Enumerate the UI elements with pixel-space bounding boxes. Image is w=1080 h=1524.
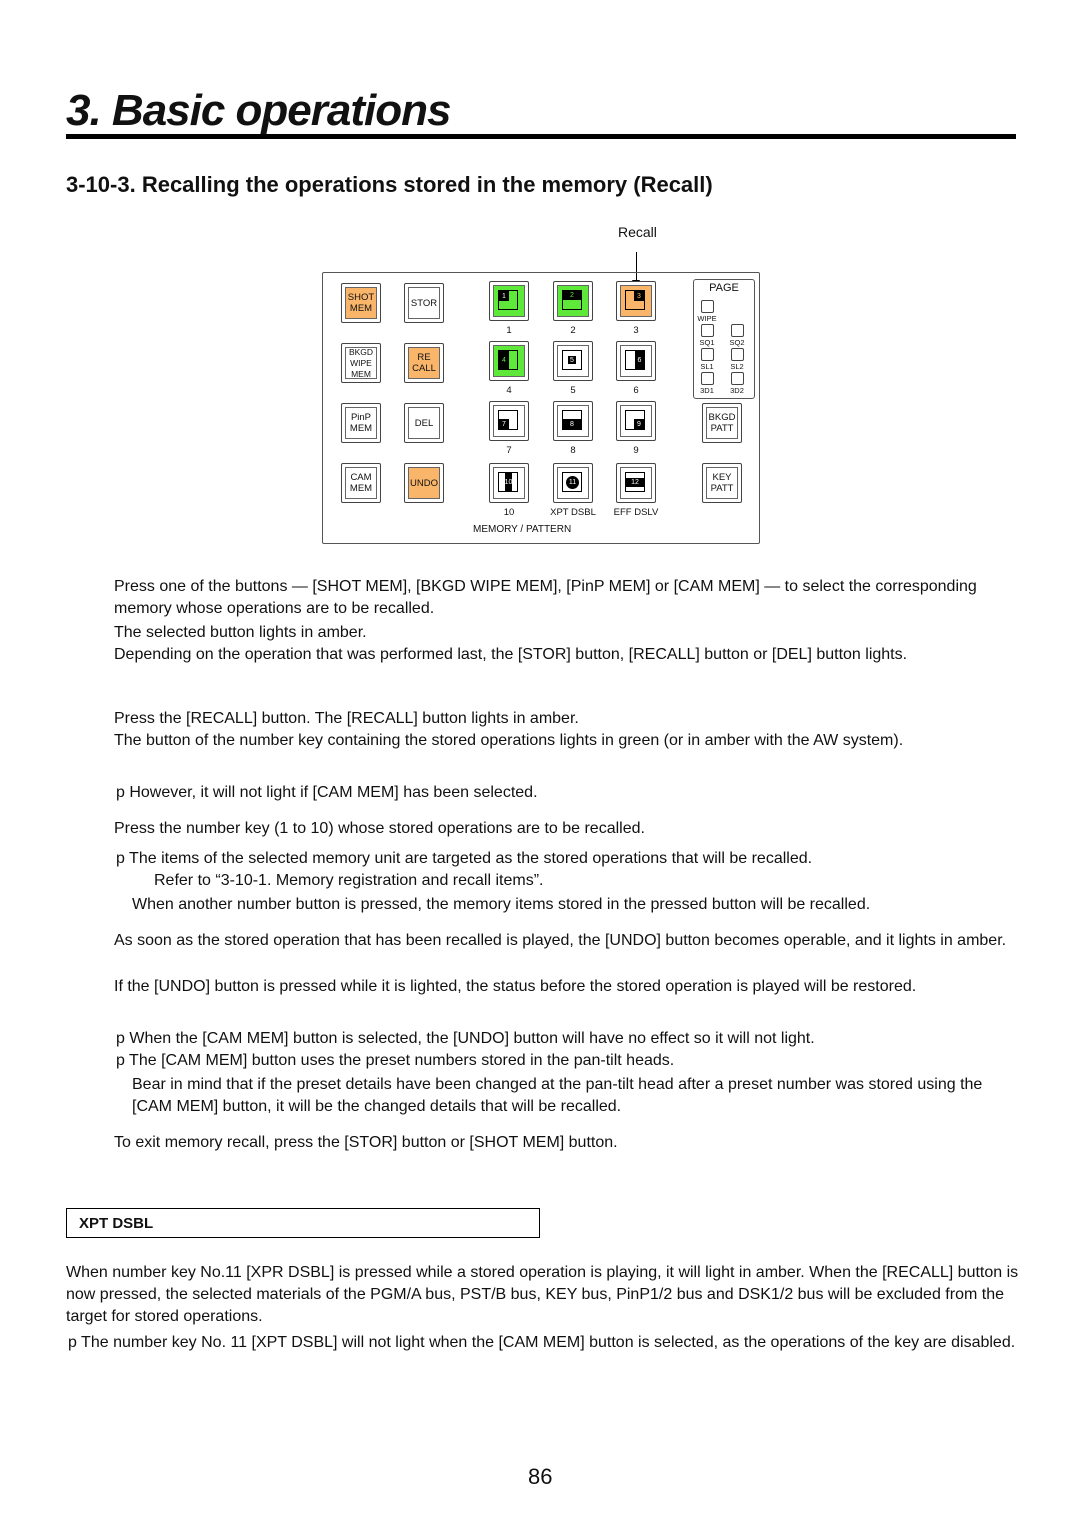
page-sq2-button[interactable] [731,324,744,337]
step1-note-amber: The selected button lights in amber. [114,624,367,641]
wipe-pattern-10-icon: 10 [498,472,518,492]
page-number: 86 [528,1464,553,1489]
del-label: DEL [408,407,440,439]
key-caption-9: 9 [633,445,639,456]
pinp-mem-label: PinP MEM [345,407,377,439]
memory-pattern-panel: SHOT MEM STOR BKGD WIPE MEM RE CALL PinP… [322,272,760,544]
step2-bullet: p However, it will not light if [CAM MEM… [116,784,538,801]
page-selector: PAGE WIPE SQ1 SQ2 SL1 SL2 3D1 3D2 [693,279,755,399]
recall-label: RE CALL [408,347,440,379]
step4-bullet-2: p The [CAM MEM] button uses the preset n… [116,1052,675,1069]
step1-note-lights: Depending on the operation that was perf… [114,646,908,663]
section-title: 3-10-3. Recalling the operations stored … [66,172,713,197]
step2-note: The button of the number key containing … [114,732,904,749]
step3-text: Press the number key (1 to 10) whose sto… [114,820,645,837]
number-key-5[interactable]: 5 [553,341,593,381]
key-caption-12: EFF DSLV [613,507,659,518]
step4-undo-note: If the [UNDO] button is pressed while it… [114,978,917,995]
stor-button[interactable]: STOR [404,283,444,323]
wipe-pattern-7-icon: 7 [498,410,518,430]
step3-note: When another number button is pressed, t… [132,896,871,913]
number-key-11[interactable]: 11 [553,463,593,503]
key-patt-button[interactable]: KEY PATT [702,463,742,503]
wipe-pattern-4-icon: 4 [498,350,518,370]
page-sl2-label: SL2 [730,362,744,371]
recall-button[interactable]: RE CALL [404,343,444,383]
bkgd-patt-label: BKGD PATT [706,407,738,439]
page-sq2-label: SQ2 [729,338,745,347]
memory-pattern-label: MEMORY / PATTERN [473,524,572,535]
page-sl1-label: SL1 [700,362,714,371]
xpt-dsbl-text: When number key No.11 [XPR DSBL] is pres… [66,1264,1019,1325]
page-sq1-button[interactable] [701,324,714,337]
number-key-6[interactable]: 6 [616,341,656,381]
wipe-pattern-2-icon: 2 [562,290,582,310]
page-3d2-button[interactable] [731,372,744,385]
key-patt-label: KEY PATT [706,467,738,499]
key-caption-6: 6 [633,385,639,396]
wipe-pattern-9-icon: 9 [625,410,645,430]
number-key-2[interactable]: 2 [553,281,593,321]
bkgd-wipe-mem-button[interactable]: BKGD WIPE MEM [341,343,381,383]
shot-mem-button[interactable]: SHOT MEM [341,283,381,323]
cam-mem-button[interactable]: CAM MEM [341,463,381,503]
recall-callout: Recall [618,224,657,240]
xpt-dsbl-icon: 11 [562,472,582,492]
step5-text: To exit memory recall, press the [STOR] … [114,1134,618,1151]
key-caption-10: 10 [503,507,515,518]
del-button[interactable]: DEL [404,403,444,443]
key-caption-3: 3 [633,325,639,336]
step3-bullet: p The items of the selected memory unit … [116,850,813,867]
number-key-8[interactable]: 8 [553,401,593,441]
key-caption-2: 2 [570,325,576,336]
step1-text: Press one of the buttons — [SHOT MEM], [… [114,578,977,617]
page-wipe-label: WIPE [697,314,717,323]
xpt-dsbl-bullet: p The number key No. 11 [XPT DSBL] will … [68,1334,1016,1351]
wipe-pattern-1-icon: 1 [498,290,518,310]
cam-mem-label: CAM MEM [345,467,377,499]
page-3d2-label: 3D2 [730,386,744,395]
page-wipe-button[interactable] [701,300,714,313]
number-key-1[interactable]: 1 [489,281,529,321]
key-caption-7: 7 [506,445,512,456]
number-key-3[interactable]: 3 [616,281,656,321]
key-caption-8: 8 [570,445,576,456]
page-sq1-label: SQ1 [699,338,715,347]
number-key-9[interactable]: 9 [616,401,656,441]
step3-reference: Refer to “3-10-1. Memory registration an… [154,872,544,889]
page-title: PAGE [709,282,739,294]
wipe-pattern-6-icon: 6 [625,350,645,370]
step4-bullet-1: p When the [CAM MEM] button is selected,… [116,1030,815,1047]
number-key-7[interactable]: 7 [489,401,529,441]
shot-mem-label: SHOT MEM [345,287,377,319]
wipe-pattern-5-icon: 5 [562,350,582,370]
number-key-12[interactable]: 12 [616,463,656,503]
page-3d1-button[interactable] [701,372,714,385]
eff-dslv-icon: 12 [625,472,645,492]
xpt-dsbl-heading-box: XPT DSBL [66,1208,540,1238]
page-sl2-button[interactable] [731,348,744,361]
chapter-title: 3. Basic operations [66,86,451,135]
bkgd-patt-button[interactable]: BKGD PATT [702,403,742,443]
number-key-10[interactable]: 10 [489,463,529,503]
undo-label: UNDO [408,467,440,499]
undo-button[interactable]: UNDO [404,463,444,503]
step2-text: Press the [RECALL] button. The [RECALL] … [114,710,579,727]
bkgd-wipe-mem-label: BKGD WIPE MEM [345,347,377,379]
wipe-pattern-8-icon: 8 [562,410,582,430]
key-caption-11: XPT DSBL [550,507,596,518]
wipe-pattern-3-icon: 3 [625,290,645,310]
key-caption-5: 5 [570,385,576,396]
stor-label: STOR [408,287,440,319]
title-rule [66,134,1016,139]
step4-text: As soon as the stored operation that has… [114,932,1007,949]
key-caption-4: 4 [506,385,512,396]
key-caption-1: 1 [506,325,512,336]
number-key-4[interactable]: 4 [489,341,529,381]
page-3d1-label: 3D1 [700,386,714,395]
xpt-dsbl-heading: XPT DSBL [79,1215,154,1232]
page-sl1-button[interactable] [701,348,714,361]
pinp-mem-button[interactable]: PinP MEM [341,403,381,443]
step4-bullet-2-detail: Bear in mind that if the preset details … [132,1076,983,1115]
